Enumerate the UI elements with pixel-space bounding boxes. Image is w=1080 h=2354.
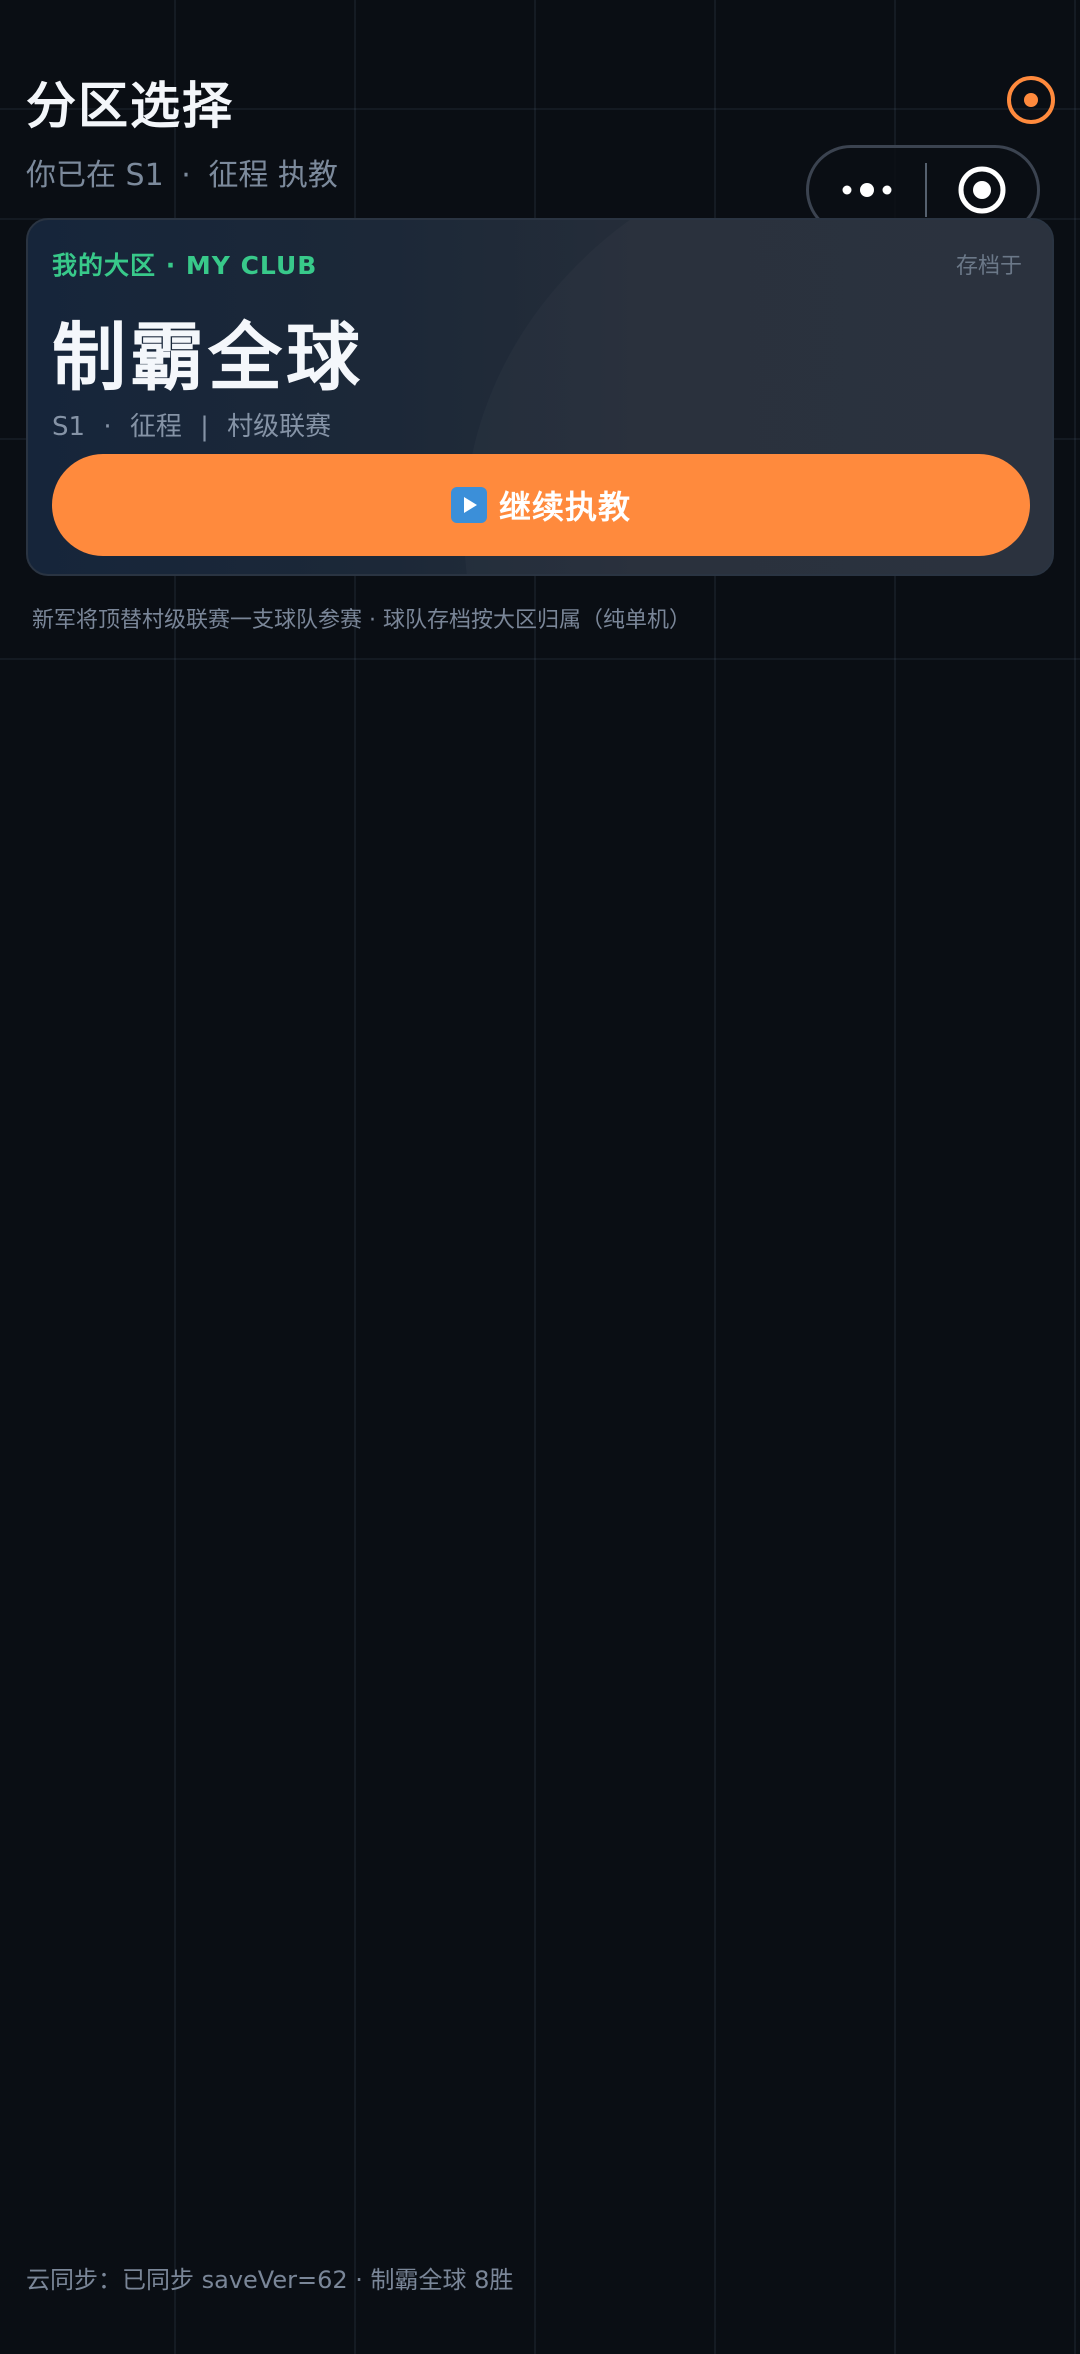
continue-coaching-button[interactable]: 继续执教 bbox=[52, 454, 1030, 556]
saved-in-label: 存档于 bbox=[955, 254, 1022, 279]
more-dots-icon bbox=[842, 183, 892, 197]
subtitle-season: S1 bbox=[125, 158, 164, 193]
my-club-card: 我的大区 · MY CLUB 存档于 制霸全球 S1 · 征程 | 村级联赛 继… bbox=[26, 218, 1054, 576]
club-meta-separator: | bbox=[200, 412, 209, 442]
info-note: 新军将顶替村级联赛一支球队参赛 · 球队存档按大区归属（纯单机） bbox=[32, 608, 691, 633]
subtitle-dot: · bbox=[181, 158, 191, 193]
continue-button-label: 继续执教 bbox=[498, 488, 631, 526]
club-section-label: 我的大区 · MY CLUB bbox=[52, 251, 318, 280]
club-meta-league: 村级联赛 bbox=[227, 412, 332, 442]
subtitle-mode: 征程 执教 bbox=[208, 158, 338, 193]
settings-ring-icon[interactable] bbox=[1005, 74, 1057, 126]
club-meta-dot: · bbox=[103, 412, 112, 442]
subtitle-prefix: 你已在 bbox=[26, 158, 116, 193]
page-subtitle: 你已在 S1 · 征程 执教 bbox=[26, 150, 338, 194]
club-meta: S1 · 征程 | 村级联赛 bbox=[52, 406, 331, 443]
club-name: 制霸全球 bbox=[52, 315, 364, 401]
club-meta-season: S1 bbox=[52, 412, 86, 442]
page-title: 分区选择 bbox=[26, 77, 234, 135]
target-close-icon bbox=[958, 166, 1006, 214]
play-icon bbox=[450, 487, 487, 523]
club-meta-mode: 征程 bbox=[129, 412, 182, 442]
grid-line bbox=[0, 658, 1080, 660]
cloud-sync-status: 云同步：已同步 saveVer=62 · 制霸全球 8胜 bbox=[26, 2266, 514, 2294]
